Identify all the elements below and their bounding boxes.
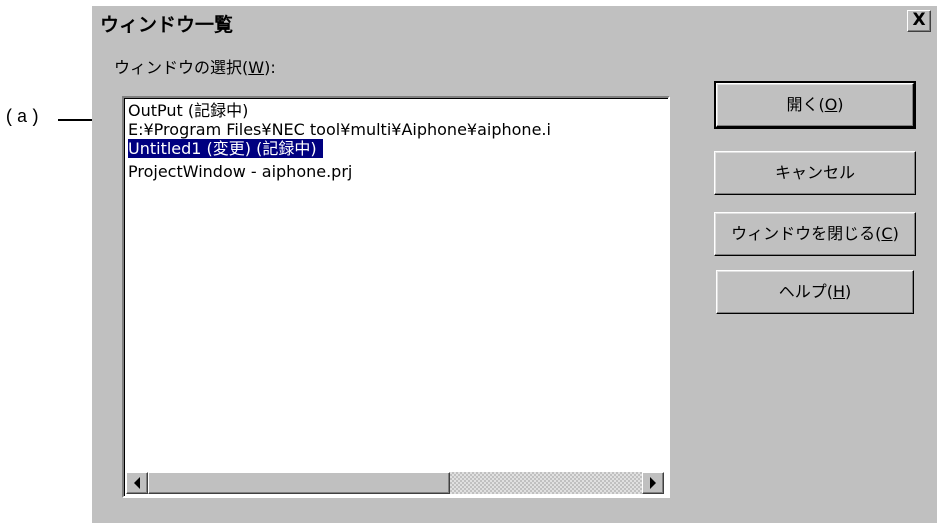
- list-item-label: Untitled1 (変更) (記録中): [128, 139, 323, 158]
- close-icon[interactable]: X: [907, 10, 931, 32]
- scroll-left-button[interactable]: [126, 472, 148, 494]
- help-button[interactable]: ヘルプ(H): [716, 270, 914, 314]
- close-window-button-accel: C: [881, 224, 893, 243]
- close-window-button-label: ウィンドウを閉じる(: [731, 224, 882, 243]
- help-button-label: ヘルプ(: [778, 282, 833, 301]
- list-caption-suffix: ):: [264, 58, 276, 77]
- close-window-button-suffix: ): [892, 224, 899, 243]
- window-listbox[interactable]: OutPut (記録中) E:¥Program Files¥NEC tool¥m…: [122, 96, 670, 498]
- open-button[interactable]: 開く(O): [714, 81, 916, 129]
- scrollbar-thumb[interactable]: [148, 472, 450, 494]
- cancel-button[interactable]: キャンセル: [714, 151, 916, 195]
- open-button-suffix: ): [837, 95, 844, 114]
- annotation-label: (a): [4, 108, 43, 128]
- list-item-label: ProjectWindow - aiphone.prj: [128, 162, 353, 181]
- dialog-title: ウィンドウ一覧: [100, 14, 234, 36]
- list-caption-text: ウィンドウの選択(: [114, 58, 249, 77]
- title-bar: ウィンドウ一覧 X: [92, 6, 937, 36]
- open-button-accel: O: [824, 95, 838, 114]
- horizontal-scrollbar[interactable]: [126, 472, 664, 494]
- list-item-label: E:¥Program Files¥NEC tool¥multi¥Aiphone¥…: [128, 120, 551, 139]
- arrow-right-icon: [650, 477, 656, 489]
- list-caption: ウィンドウの選択(W):: [114, 54, 276, 78]
- list-item-label: OutPut (記録中): [128, 101, 249, 120]
- arrow-left-icon: [134, 477, 140, 489]
- help-button-accel: H: [832, 282, 846, 301]
- list-item[interactable]: OutPut (記録中): [128, 101, 668, 120]
- list-caption-accel: W: [248, 58, 265, 77]
- help-button-suffix: ): [845, 282, 852, 301]
- list-item-selected[interactable]: Untitled1 (変更) (記録中): [128, 139, 668, 162]
- cancel-button-label: キャンセル: [774, 163, 855, 182]
- list-item[interactable]: ProjectWindow - aiphone.prj: [128, 162, 668, 181]
- window-list-dialog: ウィンドウ一覧 X ウィンドウの選択(W): OutPut (記録中) E:¥P…: [92, 6, 937, 523]
- list-item[interactable]: E:¥Program Files¥NEC tool¥multi¥Aiphone¥…: [128, 120, 668, 139]
- scroll-right-button[interactable]: [642, 472, 664, 494]
- open-button-label: 開く(: [786, 95, 825, 114]
- close-window-button[interactable]: ウィンドウを閉じる(C): [714, 212, 916, 256]
